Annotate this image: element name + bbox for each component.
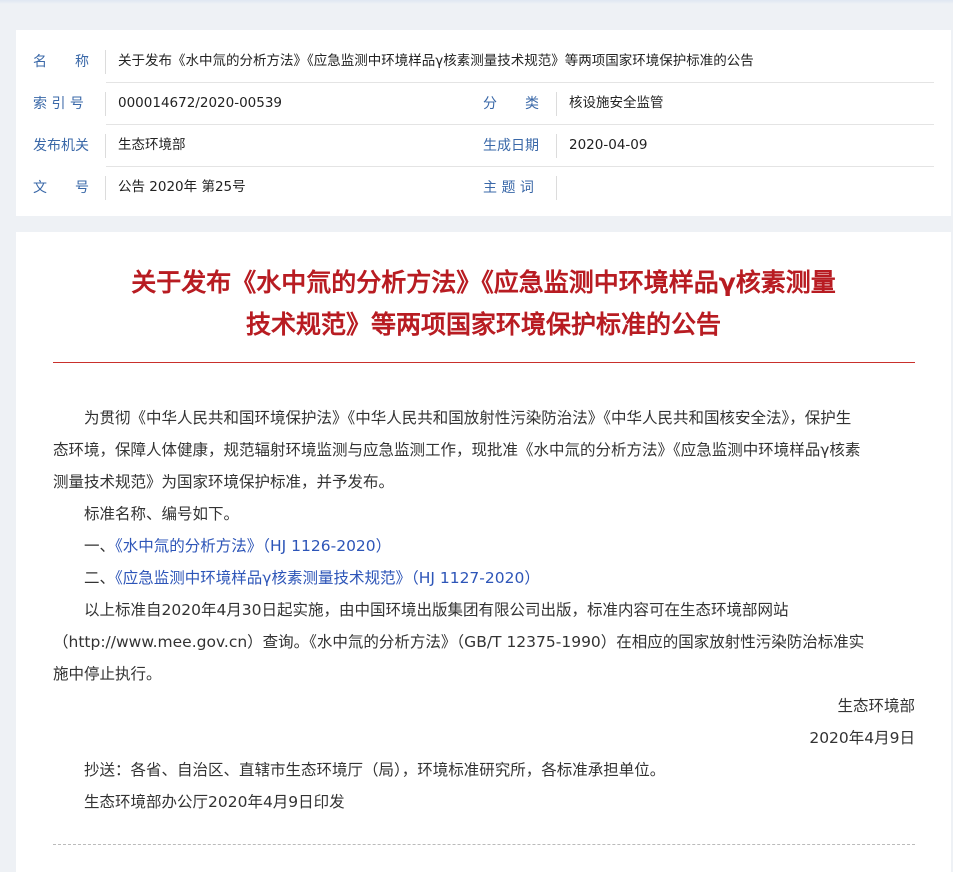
paragraph-3-line-1: 以上标准自2020年4月30日起实施，由中国环境出版集团有限公司出版，标准内容可… bbox=[53, 601, 789, 619]
category-separator bbox=[556, 92, 557, 116]
standard-item-2-link[interactable]: 《应急监测中环境样品γ核素测量技术规范》（HJ 1127-2020） bbox=[115, 569, 540, 587]
signature-date: 2020年4月9日 bbox=[809, 729, 915, 747]
docno-value: 公告 2020年 第25号 bbox=[118, 179, 246, 195]
printed-line: 生态环境部办公厅2020年4月9日印发 bbox=[53, 793, 345, 811]
article-title-line-2: 技术规范》等两项国家环境保护标准的公告 bbox=[245, 310, 721, 339]
standard-item-1: 一、《水中氚的分析方法》（HJ 1126-2020） bbox=[53, 530, 917, 562]
paragraph-1-line-2: 态环境，保障人体健康，规范辐射环境监测与应急监测工作，现批准《水中氚的分析方法》… bbox=[53, 441, 861, 459]
article-title-line-1: 关于发布《水中氚的分析方法》《应急监测中环境样品γ核素测量 bbox=[131, 268, 836, 297]
name-separator bbox=[105, 50, 106, 74]
top-strip bbox=[0, 0, 953, 4]
name-value: 关于发布《水中氚的分析方法》《应急监测中环境样品γ核素测量技术规范》等两项国家环… bbox=[118, 53, 754, 69]
row-divider bbox=[106, 124, 934, 125]
standard-item-2: 二、《应急监测中环境样品γ核素测量技术规范》（HJ 1127-2020） bbox=[53, 562, 917, 594]
docno-label: 文 号 bbox=[33, 180, 89, 196]
row-divider bbox=[106, 82, 934, 83]
paragraph-3-line-3: 施中停止执行。 bbox=[53, 665, 162, 683]
cc-line: 抄送：各省、自治区、直辖市生态环境厅（局），环境标准研究所，各标准承担单位。 bbox=[53, 761, 666, 779]
issuer-value: 生态环境部 bbox=[118, 137, 186, 153]
subject-separator bbox=[556, 176, 557, 200]
index-label: 索 引 号 bbox=[33, 96, 84, 112]
category-label: 分 类 bbox=[483, 96, 539, 112]
date-value: 2020-04-09 bbox=[569, 137, 648, 153]
date-separator bbox=[556, 134, 557, 158]
index-value: 000014672/2020-00539 bbox=[118, 95, 283, 111]
standard-item-2-prefix: 二、 bbox=[53, 569, 116, 587]
standard-item-1-prefix: 一、 bbox=[53, 537, 116, 555]
date-label: 生成日期 bbox=[483, 138, 539, 154]
article-body: 关于发布《水中氚的分析方法》《应急监测中环境样品γ核素测量 技术规范》等两项国家… bbox=[16, 232, 951, 872]
footer-divider bbox=[53, 844, 915, 845]
row-divider bbox=[106, 166, 934, 167]
paragraph-2: 标准名称、编号如下。 bbox=[53, 505, 240, 523]
issuer-label: 发布机关 bbox=[33, 138, 89, 154]
index-separator bbox=[105, 92, 106, 116]
title-divider bbox=[53, 362, 915, 363]
paragraph-1-line-3: 测量技术规范》为国家环境保护标准，并予发布。 bbox=[53, 473, 395, 491]
docno-separator bbox=[105, 176, 106, 200]
name-label: 名 称 bbox=[33, 54, 89, 70]
subject-label: 主 题 词 bbox=[483, 180, 534, 196]
document-metadata-panel: 名 称 关于发布《水中氚的分析方法》《应急监测中环境样品γ核素测量技术规范》等两… bbox=[16, 30, 951, 216]
signature-issuer: 生态环境部 bbox=[837, 697, 915, 715]
category-value: 核设施安全监管 bbox=[569, 95, 664, 111]
paragraph-3-line-2: （http://www.mee.gov.cn）查询。《水中氚的分析方法》（GB/… bbox=[53, 633, 865, 651]
paragraph-1-line-1: 为贯彻《中华人民共和国环境保护法》《中华人民共和国放射性污染防治法》《中华人民共… bbox=[53, 409, 852, 427]
issuer-separator bbox=[105, 134, 106, 158]
standard-item-1-link[interactable]: 《水中氚的分析方法》（HJ 1126-2020） bbox=[115, 537, 391, 555]
